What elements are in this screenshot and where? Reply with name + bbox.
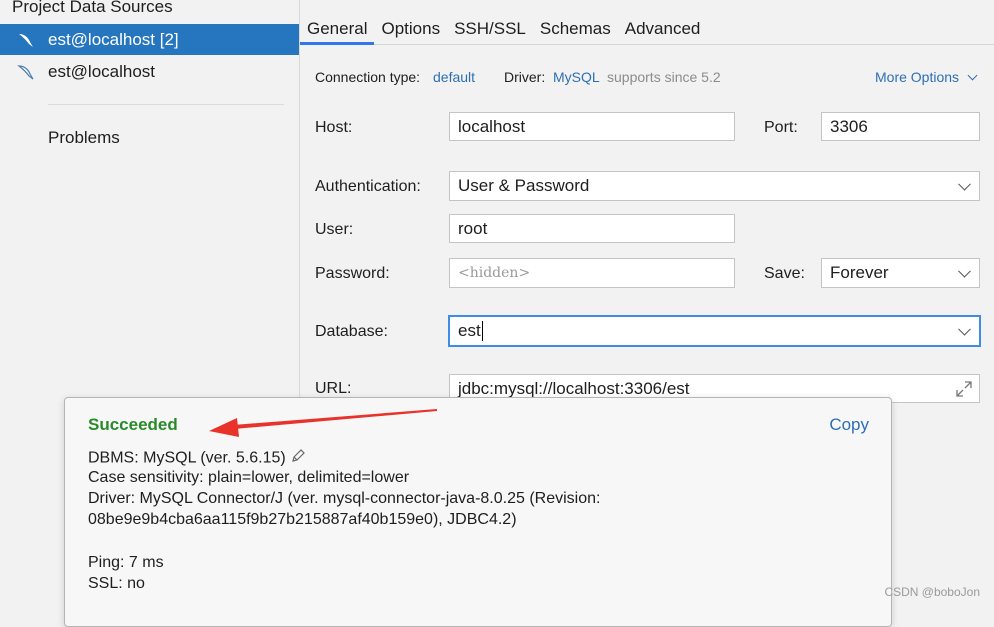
watermark: CSDN @boboJon [884,585,980,599]
sidebar-item-problems[interactable]: Problems [48,128,120,148]
chevron-down-icon [967,70,978,81]
password-input[interactable]: <hidden> [449,258,735,288]
tab-options[interactable]: Options [374,0,447,44]
authentication-select[interactable]: User & Password [449,171,980,201]
sidebar-item-datasource[interactable]: est@localhost [0,56,299,87]
annotation-arrow [209,409,437,437]
expand-icon[interactable] [955,380,973,403]
authentication-value: User & Password [458,176,590,195]
connection-type-link[interactable]: default [433,69,475,85]
user-value: root [458,218,488,238]
driver-version-note: supports since 5.2 [607,69,721,85]
database-value: est [458,321,481,340]
test-connection-popup: Succeeded Copy DBMS: MySQL (ver. 5.6.15)… [64,397,892,627]
port-value: 3306 [830,116,868,136]
save-label: Save: [764,265,805,282]
chevron-down-icon [958,177,971,191]
dbms-text: DBMS: MySQL (ver. 5.6.15) [88,449,286,467]
host-label: Host: [315,119,353,136]
url-label: URL: [315,380,352,397]
driver-link[interactable]: MySQL [553,69,600,85]
database-input[interactable]: est [448,315,981,347]
more-options-link[interactable]: More Options [875,69,978,85]
password-placeholder: <hidden> [458,265,531,281]
revision-line: 08be9e9b4cba6aa115f9b27b215887af40b159e0… [88,511,517,528]
url-value: jdbc:mysql://localhost:3306/est [458,378,690,398]
sidebar-item-label: est@localhost [48,61,156,81]
sidebar-title: Project Data Sources [12,0,173,16]
sidebar-item-label: est@localhost [2] [48,29,179,49]
chevron-down-icon [958,322,971,336]
text-caret [481,321,483,341]
mysql-dolphin-icon [16,30,36,50]
driver-line: Driver: MySQL Connector/J (ver. mysql-co… [88,490,601,507]
more-options-label: More Options [875,69,960,85]
tab-ssh-ssl[interactable]: SSH/SSL [447,0,533,44]
password-label: Password: [315,265,390,282]
tab-schemas[interactable]: Schemas [533,0,618,44]
save-select[interactable]: Forever [821,258,980,288]
ssl-line: SSL: no [88,575,145,592]
connection-type-label: Connection type: [315,69,421,85]
copy-link[interactable]: Copy [829,415,869,435]
authentication-label: Authentication: [315,178,421,195]
driver-label: Driver: [504,69,546,85]
host-value: localhost [458,116,526,136]
ping-line: Ping: 7 ms [88,554,164,571]
tab-general[interactable]: General [300,0,375,45]
port-label: Port: [764,119,798,136]
dbms-line: DBMS: MySQL (ver. 5.6.15) [88,448,306,469]
sidebar-divider [48,104,284,105]
port-input[interactable]: 3306 [821,112,980,141]
case-sensitivity-line: Case sensitivity: plain=lower, delimited… [88,469,410,486]
save-value: Forever [830,263,889,282]
host-input[interactable]: localhost [449,112,735,141]
mysql-dolphin-icon [16,62,36,82]
status-succeeded: Succeeded [88,415,178,434]
user-input[interactable]: root [449,214,735,243]
settings-tabs: General Options SSH/SSL Schemas Advanced [300,0,994,45]
edit-pencil-icon[interactable] [290,448,306,469]
database-label: Database: [315,323,388,340]
chevron-down-icon [958,264,971,278]
tab-advanced[interactable]: Advanced [618,0,708,44]
user-label: User: [315,221,354,238]
sidebar-item-datasource-selected[interactable]: est@localhost [2] [0,24,299,55]
